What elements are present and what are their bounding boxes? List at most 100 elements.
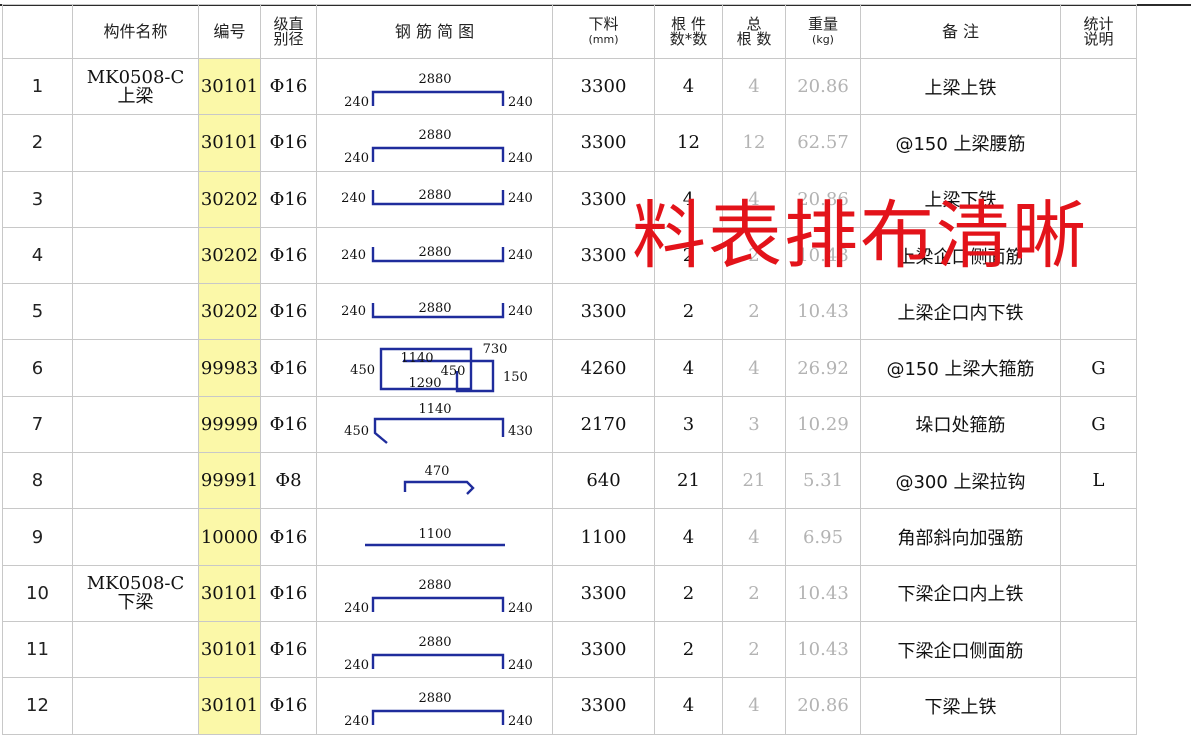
total-count: 2: [722, 620, 786, 679]
dim-left: 450: [350, 363, 375, 378]
dim-right-leg: 240: [508, 248, 533, 263]
rebar-grade: Φ16: [260, 395, 317, 454]
component-name: [72, 395, 199, 454]
stat-note: [1060, 114, 1137, 172]
cut-length: 3300: [552, 677, 655, 735]
rebar-grade: Φ16: [260, 339, 317, 397]
remark: @150 上梁腰筋: [860, 114, 1061, 172]
rebar-grade: Φ16: [260, 620, 317, 679]
cut-length: 3300: [552, 170, 655, 228]
row-seq: 11: [2, 620, 73, 679]
rebar-grade: Φ16: [260, 57, 317, 116]
dim-top: 1140: [400, 351, 433, 366]
component-name: [72, 339, 199, 397]
dim-length: 2880: [418, 301, 451, 316]
header-total-line2: 根 数: [736, 29, 772, 48]
stat-note: [1060, 677, 1137, 735]
table-row: 4 30202 Φ16 2880 240 240 3300 2 2 10.43 上梁企口侧面筋: [2, 226, 1137, 285]
dim-right-leg: 240: [508, 601, 533, 616]
table-row: 9 10000 Φ16 1100 1100 4 4 6.95 角部斜向加强筋: [2, 508, 1137, 566]
dim-right-leg: 240: [508, 95, 533, 110]
rebar-hook-down-line: [371, 146, 505, 162]
stat-note: [1060, 620, 1137, 679]
stat-note: [1060, 57, 1137, 116]
rebar-grade: Φ16: [260, 564, 317, 622]
rebar-code: 30202: [198, 170, 261, 228]
dim-left-leg: 240: [341, 248, 366, 263]
weight-kg: 26.92: [785, 339, 861, 397]
header-grade-line2: 别径: [273, 29, 304, 48]
rebar-shape: 1140 450 430: [316, 395, 553, 454]
header-seq: [2, 4, 73, 59]
rebar-shape-diagram: 2880 240 240: [344, 635, 533, 673]
rebar-hook-down-line: [371, 709, 505, 725]
header-remark: 备 注: [860, 4, 1061, 59]
row-seq: 12: [2, 677, 73, 735]
rebar-shape-diagram: 470: [403, 464, 475, 495]
stat-note: [1060, 283, 1137, 341]
stat-note: [1060, 508, 1137, 566]
remark: 垛口处箍筋: [860, 395, 1061, 454]
total-count: 4: [722, 508, 786, 566]
remark: 上梁下铁: [860, 170, 1061, 228]
rebar-code: 99991: [198, 452, 261, 510]
header-cut-label: 下料: [588, 14, 619, 33]
rebar-code: 30202: [198, 226, 261, 285]
dim-inner: 450: [441, 364, 466, 379]
rebar-shape-diagram: 1140730450 4501290 150: [350, 342, 528, 393]
row-seq: 4: [2, 226, 73, 285]
weight-kg: 10.43: [785, 283, 861, 341]
dim-left-leg: 450: [344, 424, 369, 439]
component-name: [72, 226, 199, 285]
dim-right: 150: [503, 370, 528, 385]
rebar-shape: 2880 240 240: [316, 114, 553, 172]
remark: 下梁企口内上铁: [860, 564, 1061, 622]
dim-length: 2880: [418, 128, 451, 143]
component-name-line1: MK0508-C: [86, 66, 185, 88]
dim-left-leg: 240: [344, 658, 369, 673]
remark: 下梁企口侧面筋: [860, 620, 1061, 679]
rebar-code: 99983: [198, 339, 261, 397]
dim-left-leg: 240: [341, 191, 366, 206]
dim-length: 2880: [418, 188, 451, 203]
total-count: 2: [722, 226, 786, 285]
rebar-hook-down-line: [371, 90, 505, 106]
header-name: 构件名称: [72, 4, 199, 59]
rebar-hook-down-line: [371, 597, 505, 613]
table-row: 2 30101 Φ16 2880 240 240 3300 12 12 62.57 @150 上梁腰…: [2, 114, 1137, 172]
rebar-grade: Φ16: [260, 283, 317, 341]
dim-left-leg: 240: [344, 601, 369, 616]
stat-note: [1060, 564, 1137, 622]
component-name: MK0508-C 上梁: [72, 57, 199, 116]
rebar-shape-diagram: 2880 240 240: [341, 245, 533, 263]
table-row: 3 30202 Φ16 2880 240 240 3300 4 4 20.86 上梁下铁: [2, 170, 1137, 228]
component-name: [72, 283, 199, 341]
rebar-grade: Φ8: [260, 452, 317, 510]
stat-note: G: [1060, 339, 1137, 397]
table-row: 10 MK0508-C 下梁 30101 Φ16 2880 240 240 3300 2 2 10.4…: [2, 564, 1137, 622]
remark: @300 上梁拉钩: [860, 452, 1061, 510]
dim-left-leg: 240: [341, 304, 366, 319]
cut-length: 3300: [552, 283, 655, 341]
dim-length: 2880: [418, 578, 451, 593]
dim-length: 1100: [418, 527, 451, 542]
dim-length: 2880: [418, 245, 451, 260]
stat-note: [1060, 226, 1137, 285]
header-weight: 重量 (kg): [785, 4, 861, 59]
header-cut-length: 下料 (mm): [552, 4, 655, 59]
rebar-shape-diagram: 2880 240 240: [344, 72, 533, 110]
header-weight-unit: (kg): [812, 32, 834, 46]
total-count: 2: [722, 564, 786, 622]
total-count: 4: [722, 170, 786, 228]
rebar-hook-down-line: [371, 653, 505, 669]
cut-length: 4260: [552, 339, 655, 397]
remark: @150 上梁大箍筋: [860, 339, 1061, 397]
dim-bottom: 1290: [408, 376, 441, 391]
dim-length: 2880: [418, 635, 451, 650]
weight-kg: 5.31: [785, 452, 861, 510]
dim-right-leg: 240: [508, 151, 533, 166]
dim-right-leg: 240: [508, 658, 533, 673]
rebar-grade: Φ16: [260, 114, 317, 172]
cut-length: 3300: [552, 226, 655, 285]
piece-count: 2: [654, 620, 723, 679]
